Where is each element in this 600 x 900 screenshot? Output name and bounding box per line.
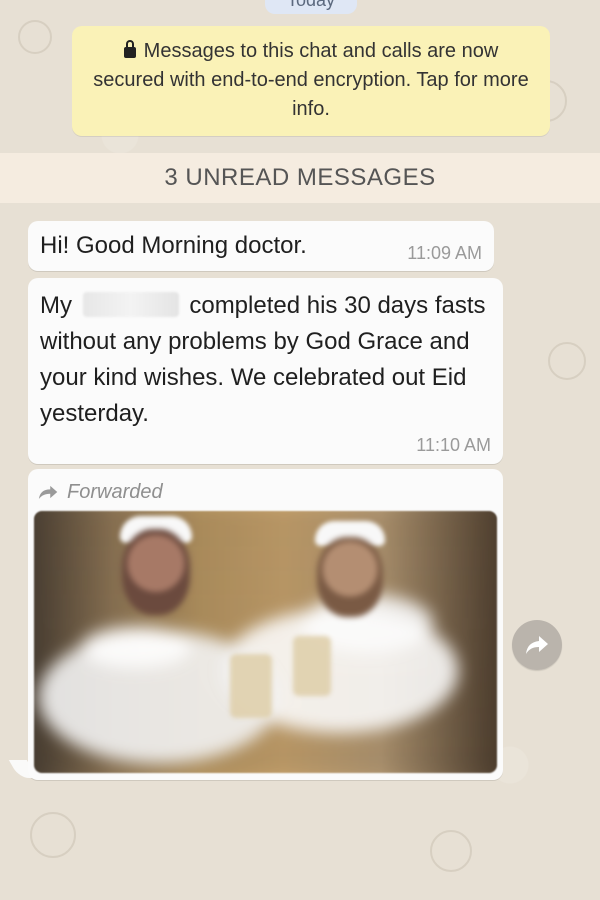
message-time: 11:09 AM [407,243,482,263]
shared-photo[interactable] [34,511,497,773]
forwarded-label-row: Forwarded [38,477,497,507]
encryption-notice[interactable]: Messages to this chat and calls are now … [72,26,550,136]
unread-messages-banner: 3 UNREAD MESSAGES [0,153,600,203]
forward-icon [38,485,58,499]
share-button[interactable] [512,620,562,670]
message-time: 11:10 AM [416,435,491,455]
forwarded-photo-message[interactable]: Forwarded [28,469,503,780]
message-bubble[interactable]: Hi! Good Morning doctor. 11:09 AM [28,221,494,271]
forwarded-label: Forwarded [67,481,163,503]
message-text: Hi! Good Morning doctor. [40,232,307,259]
redacted-name [82,292,179,317]
wallpaper-doodle [18,20,52,54]
message-bubble[interactable]: My completed his 30 days fasts without a… [28,278,503,464]
encryption-notice-text: Messages to this chat and calls are now … [93,40,529,120]
person-face [317,537,383,617]
lock-icon [123,40,136,58]
message-text: My completed his 30 days fasts without a… [40,288,495,432]
cup-image [230,654,272,718]
date-pill: Today [265,0,357,14]
wallpaper-doodle [548,342,586,380]
share-icon [526,636,548,654]
wallpaper-doodle [430,830,472,872]
cup-image [293,636,331,696]
photo-blur-layer [34,511,497,773]
message-text-start: My [40,292,72,319]
wallpaper-doodle [30,812,76,858]
person-face [122,529,190,615]
